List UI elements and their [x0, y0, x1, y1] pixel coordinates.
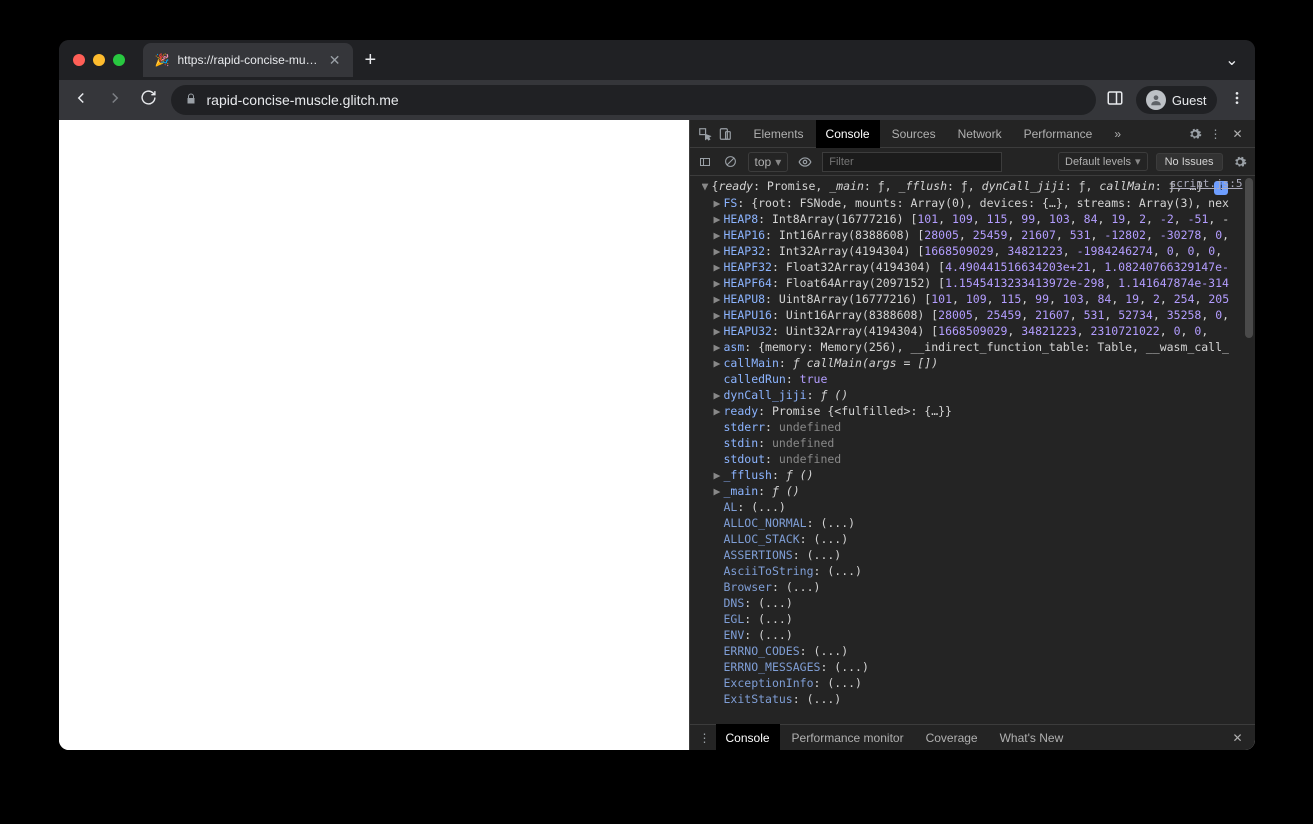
- profile-chip[interactable]: Guest: [1136, 86, 1217, 114]
- maximize-window-dot[interactable]: [113, 54, 125, 66]
- issues-button[interactable]: No Issues: [1156, 153, 1223, 171]
- console-object-summary[interactable]: ▼ {ready: Promise, _main: ƒ, _fflush: ƒ,…: [702, 178, 1247, 195]
- property-row[interactable]: ▶ HEAP16: Int16Array(8388608) [28005, 25…: [702, 227, 1247, 243]
- property-row[interactable]: Browser: (...): [702, 579, 1247, 595]
- avatar-icon: [1146, 90, 1166, 110]
- property-row[interactable]: ALLOC_NORMAL: (...): [702, 515, 1247, 531]
- drawer-tab-console[interactable]: Console: [716, 724, 780, 751]
- tab-strip: 🎉 https://rapid-concise-muscle.g ✕ + ⌄: [59, 40, 1255, 80]
- log-levels-selector[interactable]: Default levels▾: [1058, 152, 1148, 171]
- overflow-menu-icon[interactable]: [1229, 90, 1245, 111]
- inspect-element-icon[interactable]: [696, 127, 714, 141]
- live-expression-icon[interactable]: [796, 155, 814, 169]
- property-row[interactable]: DNS: (...): [702, 595, 1247, 611]
- tab-network[interactable]: Network: [948, 120, 1012, 148]
- close-devtools-icon[interactable]: ✕: [1226, 127, 1248, 141]
- source-link[interactable]: script.js:5: [1170, 176, 1243, 192]
- property-row[interactable]: stdin: undefined: [702, 435, 1247, 451]
- execution-context-selector[interactable]: top▾: [748, 152, 789, 172]
- drawer-tab-whatsnew[interactable]: What's New: [990, 724, 1074, 751]
- scrollbar-thumb[interactable]: [1245, 178, 1253, 338]
- filter-input[interactable]: [822, 152, 1002, 172]
- drawer-tab-coverage[interactable]: Coverage: [916, 724, 988, 751]
- lock-icon: [185, 93, 197, 108]
- drawer-menu-icon[interactable]: ⋮: [696, 731, 714, 745]
- tab-performance[interactable]: Performance: [1014, 120, 1103, 148]
- device-toolbar-icon[interactable]: [716, 127, 734, 141]
- tab-menu-chevron-icon[interactable]: ⌄: [1225, 50, 1246, 70]
- toolbar-right: Guest: [1106, 86, 1245, 114]
- property-row[interactable]: AL: (...): [702, 499, 1247, 515]
- property-row[interactable]: ▶ HEAPU16: Uint16Array(8388608) [28005, …: [702, 307, 1247, 323]
- property-row[interactable]: AsciiToString: (...): [702, 563, 1247, 579]
- toolbar: rapid-concise-muscle.glitch.me Guest: [59, 80, 1255, 120]
- property-row[interactable]: ENV: (...): [702, 627, 1247, 643]
- property-row[interactable]: ▶ HEAPU8: Uint8Array(16777216) [101, 109…: [702, 291, 1247, 307]
- property-row[interactable]: ExitStatus: (...): [702, 691, 1247, 707]
- close-window-dot[interactable]: [73, 54, 85, 66]
- tab-elements[interactable]: Elements: [744, 120, 814, 148]
- property-row[interactable]: ▶ dynCall_jiji: ƒ (): [702, 387, 1247, 403]
- profile-label: Guest: [1172, 93, 1207, 108]
- property-row[interactable]: ERRNO_MESSAGES: (...): [702, 659, 1247, 675]
- property-row[interactable]: ▶ HEAPU32: Uint32Array(4194304) [1668509…: [702, 323, 1247, 339]
- devtools-panel: Elements Console Sources Network Perform…: [689, 120, 1255, 750]
- browser-window: 🎉 https://rapid-concise-muscle.g ✕ + ⌄ r…: [59, 40, 1255, 750]
- new-tab-button[interactable]: +: [365, 49, 377, 72]
- property-row[interactable]: ▶ callMain: ƒ callMain(args = []): [702, 355, 1247, 371]
- property-row[interactable]: stdout: undefined: [702, 451, 1247, 467]
- omnibox[interactable]: rapid-concise-muscle.glitch.me: [171, 85, 1096, 115]
- tab-console[interactable]: Console: [816, 120, 880, 148]
- property-row[interactable]: ▶ HEAP32: Int32Array(4194304) [166850902…: [702, 243, 1247, 259]
- console-sidebar-toggle-icon[interactable]: [696, 156, 714, 168]
- property-row[interactable]: ERRNO_CODES: (...): [702, 643, 1247, 659]
- property-row[interactable]: ASSERTIONS: (...): [702, 547, 1247, 563]
- clear-console-icon[interactable]: [722, 155, 740, 168]
- settings-icon[interactable]: [1186, 127, 1204, 141]
- property-row[interactable]: ▶ asm: {memory: Memory(256), __indirect_…: [702, 339, 1247, 355]
- property-row[interactable]: ▶ FS: {root: FSNode, mounts: Array(0), d…: [702, 195, 1247, 211]
- tabs-overflow[interactable]: »: [1104, 120, 1131, 148]
- tab-sources[interactable]: Sources: [882, 120, 946, 148]
- forward-button[interactable]: [103, 89, 127, 112]
- property-row[interactable]: ▶ _fflush: ƒ (): [702, 467, 1247, 483]
- devtools-menu-icon[interactable]: ⋮: [1206, 127, 1224, 141]
- devtools-drawer: ⋮ Console Performance monitor Coverage W…: [690, 724, 1255, 750]
- url-text: rapid-concise-muscle.glitch.me: [207, 92, 399, 108]
- console-output[interactable]: script.js:5 ▼ {ready: Promise, _main: ƒ,…: [690, 176, 1255, 724]
- property-row[interactable]: ExceptionInfo: (...): [702, 675, 1247, 691]
- property-row[interactable]: ▶ ready: Promise {<fulfilled>: {…}}: [702, 403, 1247, 419]
- browser-tab[interactable]: 🎉 https://rapid-concise-muscle.g ✕: [143, 43, 353, 77]
- minimize-window-dot[interactable]: [93, 54, 105, 66]
- property-row[interactable]: ▶ _main: ƒ (): [702, 483, 1247, 499]
- property-row[interactable]: stderr: undefined: [702, 419, 1247, 435]
- devtools-tabbar: Elements Console Sources Network Perform…: [690, 120, 1255, 148]
- close-drawer-icon[interactable]: ✕: [1226, 731, 1248, 745]
- tab-title: https://rapid-concise-muscle.g: [177, 53, 320, 67]
- console-toolbar: top▾ Default levels▾ No Issues: [690, 148, 1255, 176]
- property-row[interactable]: calledRun: true: [702, 371, 1247, 387]
- property-row[interactable]: ▶ HEAP8: Int8Array(16777216) [101, 109, …: [702, 211, 1247, 227]
- reload-button[interactable]: [137, 89, 161, 111]
- property-row[interactable]: EGL: (...): [702, 611, 1247, 627]
- favicon-icon: 🎉: [155, 53, 170, 67]
- property-row[interactable]: ▶ HEAPF32: Float32Array(4194304) [4.4904…: [702, 259, 1247, 275]
- property-row[interactable]: ALLOC_STACK: (...): [702, 531, 1247, 547]
- close-tab-icon[interactable]: ✕: [329, 52, 341, 69]
- back-button[interactable]: [69, 89, 93, 112]
- drawer-tab-perfmon[interactable]: Performance monitor: [782, 724, 914, 751]
- page-viewport[interactable]: [59, 120, 689, 750]
- console-settings-icon[interactable]: [1231, 155, 1249, 169]
- property-row[interactable]: ▶ HEAPF64: Float64Array(2097152) [1.1545…: [702, 275, 1247, 291]
- panel-icon[interactable]: [1106, 89, 1124, 112]
- traffic-lights: [67, 54, 133, 66]
- content-area: Elements Console Sources Network Perform…: [59, 120, 1255, 750]
